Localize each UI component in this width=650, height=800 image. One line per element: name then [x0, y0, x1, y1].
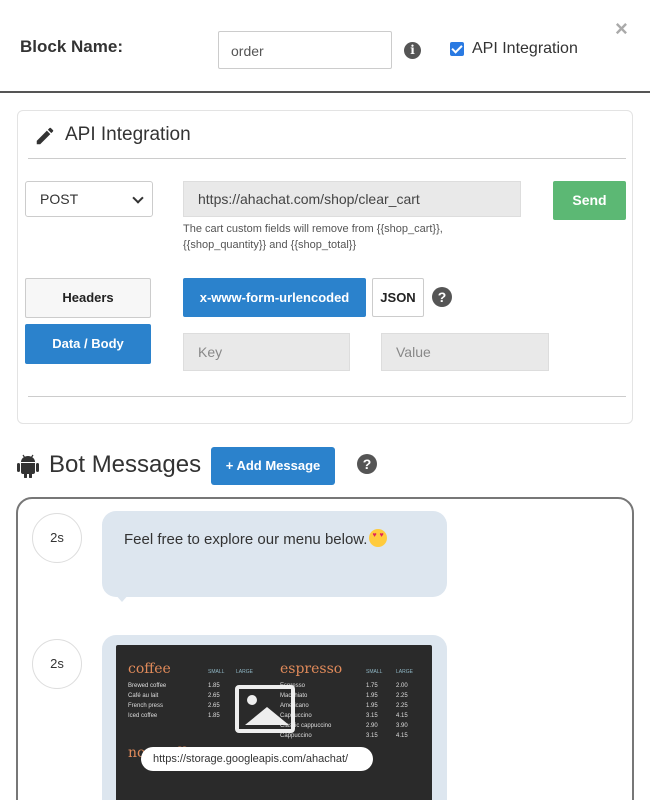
menu-row: Café au lait — [128, 693, 159, 699]
heart-eyes-emoji-icon — [369, 529, 388, 547]
close-icon[interactable]: × — [615, 18, 628, 40]
menu-col-label: SMALL — [208, 669, 225, 675]
headers-tab-button[interactable]: Headers — [25, 278, 151, 318]
url-hint-text: The cart custom fields will remove from … — [183, 223, 443, 251]
block-name-input[interactable]: order — [218, 31, 392, 69]
pencil-icon — [36, 127, 54, 145]
block-name-label: Block Name: — [20, 37, 123, 56]
bot-messages-list[interactable]: 2s Feel free to explore our menu below. … — [16, 497, 634, 800]
body-value-input[interactable]: Value — [381, 333, 549, 371]
info-icon[interactable]: i — [404, 42, 421, 59]
bubble-tail — [114, 593, 130, 602]
image-placeholder-icon — [235, 685, 295, 733]
divider — [28, 158, 626, 159]
add-message-button[interactable]: + Add Message — [211, 447, 335, 485]
text-message-bubble[interactable]: Feel free to explore our menu below. — [102, 511, 447, 597]
menu-price: 1.85 — [208, 683, 220, 689]
message-text: Feel free to explore our menu below. — [124, 531, 368, 548]
menu-col-label: LARGE — [396, 669, 413, 675]
menu-col-label: LARGE — [236, 669, 253, 675]
delay-badge[interactable]: 2s — [32, 513, 82, 563]
menu-price: 2.65 — [208, 703, 220, 709]
menu-row: French press — [128, 703, 164, 709]
bot-messages-title: Bot Messages — [49, 451, 202, 478]
menu-price: 2.25 — [396, 693, 408, 699]
menu-price: 1.75 — [366, 683, 378, 689]
image-url-tooltip: https://storage.googleapis.com/ahachat/ — [141, 747, 373, 771]
menu-row: Cappuccino — [280, 733, 312, 739]
panel-header: API Integration — [18, 111, 632, 159]
urlencoded-format-button[interactable]: x-www-form-urlencoded — [183, 278, 366, 317]
menu-price: 3.15 — [366, 713, 378, 719]
menu-col-label: SMALL — [366, 669, 383, 675]
menu-price: 4.15 — [396, 733, 408, 739]
json-format-button[interactable]: JSON — [372, 278, 424, 317]
http-method-value: POST — [40, 191, 79, 207]
android-icon — [17, 454, 39, 478]
api-integration-checkbox-label[interactable]: API Integration — [472, 40, 578, 58]
menu-row: Iced coffee — [128, 713, 158, 719]
question-circle-icon[interactable]: ? — [432, 287, 452, 307]
chevron-down-icon — [132, 192, 144, 204]
menu-price: 2.25 — [396, 703, 408, 709]
menu-price: 3.90 — [396, 723, 408, 729]
divider — [28, 396, 626, 397]
menu-row: Brewed coffee — [128, 683, 167, 689]
image-message-bubble[interactable]: coffee SMALL LARGE espresso SMALL LARGE … — [102, 635, 447, 800]
api-integration-checkbox[interactable] — [450, 42, 464, 56]
question-circle-icon[interactable]: ? — [357, 454, 377, 474]
delay-badge[interactable]: 2s — [32, 639, 82, 689]
menu-price: 1.95 — [366, 693, 378, 699]
menu-image: coffee SMALL LARGE espresso SMALL LARGE … — [116, 645, 432, 800]
http-method-select[interactable]: POST — [25, 181, 153, 217]
menu-heading: espresso — [280, 661, 343, 677]
menu-price: 2.90 — [366, 723, 378, 729]
panel-title: API Integration — [65, 124, 191, 145]
menu-price: 2.65 — [208, 693, 220, 699]
api-integration-panel: API Integration POST https://ahachat.com… — [17, 110, 633, 424]
body-key-input[interactable]: Key — [183, 333, 350, 371]
send-button[interactable]: Send — [553, 181, 626, 220]
menu-price: 1.85 — [208, 713, 220, 719]
data-body-tab-button[interactable]: Data / Body — [25, 324, 151, 364]
menu-price: 4.15 — [396, 713, 408, 719]
block-name-value: order — [231, 43, 264, 59]
menu-price: 3.15 — [366, 733, 378, 739]
block-header: Block Name: order i API Integration × — [0, 0, 650, 93]
menu-price: 1.95 — [366, 703, 378, 709]
api-url-input[interactable]: https://ahachat.com/shop/clear_cart — [183, 181, 521, 217]
menu-heading: coffee — [128, 661, 171, 677]
menu-price: 2.00 — [396, 683, 408, 689]
